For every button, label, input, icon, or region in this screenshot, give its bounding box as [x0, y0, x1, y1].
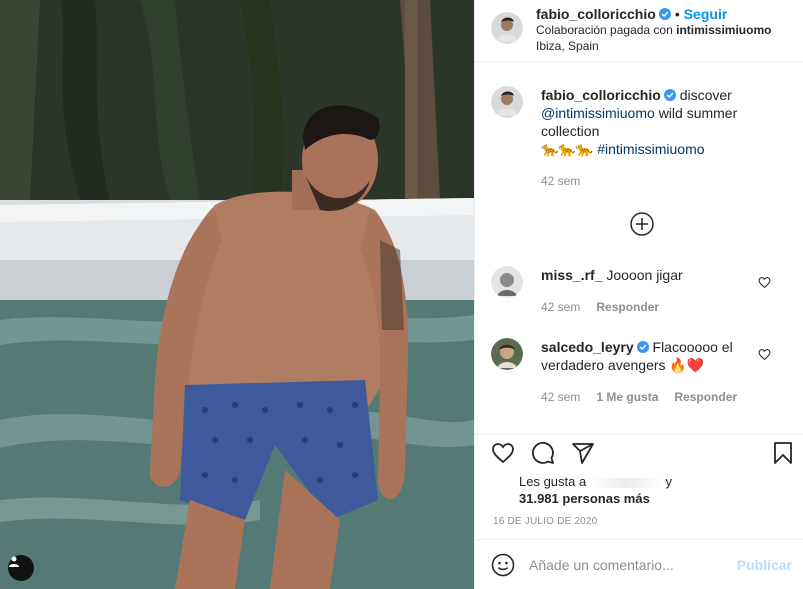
caption-time[interactable]: 42 sem — [541, 174, 580, 188]
commenter-username[interactable]: salcedo_leyry — [541, 339, 634, 355]
caption-username[interactable]: fabio_colloricchio — [541, 87, 661, 103]
redacted-liker — [589, 477, 662, 488]
comment-input[interactable] — [529, 556, 729, 573]
comment-time[interactable]: 42 sem — [541, 390, 580, 404]
location-link[interactable]: Ibiza, Spain — [536, 38, 771, 54]
follow-button[interactable]: Seguir — [684, 6, 728, 22]
verified-badge-icon — [658, 8, 671, 20]
likes-connector: y — [665, 474, 672, 489]
verified-badge-icon — [636, 341, 649, 353]
caption-text: discover — [679, 87, 732, 103]
commenter-avatar[interactable] — [491, 338, 523, 370]
comment-like-heart-icon[interactable] — [758, 276, 771, 289]
author-avatar[interactable] — [491, 86, 523, 118]
post-date[interactable]: 16 DE JULIO DE 2020 — [493, 516, 597, 527]
post-photo[interactable] — [0, 0, 474, 589]
comment-composer: Publicar — [475, 539, 803, 589]
comment-item: miss_.rf_ Joooon jigar 42 sem Responder — [491, 266, 791, 316]
comment-likes-count[interactable]: 1 Me gusta — [596, 390, 658, 404]
post-photo-illustration — [0, 0, 474, 589]
comment-icon[interactable] — [531, 441, 555, 465]
caption-mention[interactable]: @intimissimiuomo — [541, 105, 655, 121]
post-header: fabio_colloricchio • Seguir Colaboración p… — [475, 0, 803, 62]
caption-emojis: 🐆🐆🐆 — [541, 141, 594, 157]
share-icon[interactable] — [571, 441, 595, 465]
publish-button[interactable]: Publicar — [737, 557, 792, 573]
author-avatar[interactable] — [491, 12, 523, 44]
user-tag-button[interactable] — [8, 555, 34, 581]
separator-dot: • — [674, 6, 680, 22]
comment-text: Joooon jigar — [606, 267, 683, 283]
commenter-avatar[interactable] — [491, 266, 523, 298]
comments-section[interactable]: fabio_colloricchio discover @intimissimi… — [475, 62, 803, 434]
load-more-comments-button[interactable] — [630, 212, 654, 236]
partner-link[interactable]: intimissimiuomo — [676, 23, 771, 37]
caption: fabio_colloricchio discover @intimissimi… — [491, 86, 791, 190]
post-side-panel: fabio_colloricchio • Seguir Colaboración p… — [474, 0, 803, 589]
user-tag-icon — [9, 556, 19, 567]
emoji-icon[interactable] — [491, 553, 515, 577]
bookmark-icon[interactable] — [771, 441, 795, 465]
caption-hashtag[interactable]: #intimissimiuomo — [597, 141, 704, 157]
author-username[interactable]: fabio_colloricchio — [536, 6, 656, 22]
partnership-label: Colaboración pagada con — [536, 23, 677, 37]
comment-item: salcedo_leyry Flacooooo el verdadero ave… — [491, 338, 791, 406]
comment-time[interactable]: 42 sem — [541, 300, 580, 314]
verified-badge-icon — [663, 89, 676, 101]
likes-summary[interactable]: Les gusta a y 31.981 personas más — [519, 473, 672, 507]
comment-like-heart-icon[interactable] — [758, 348, 771, 361]
post-actions: Les gusta a y 31.981 personas más 16 DE … — [475, 434, 803, 539]
reply-button[interactable]: Responder — [596, 300, 659, 314]
heart-icon[interactable] — [491, 441, 515, 465]
commenter-username[interactable]: miss_.rf_ — [541, 267, 602, 283]
likes-prefix: Les gusta a — [519, 474, 587, 489]
likes-count[interactable]: 31.981 personas más — [519, 490, 672, 507]
reply-button[interactable]: Responder — [674, 390, 737, 404]
